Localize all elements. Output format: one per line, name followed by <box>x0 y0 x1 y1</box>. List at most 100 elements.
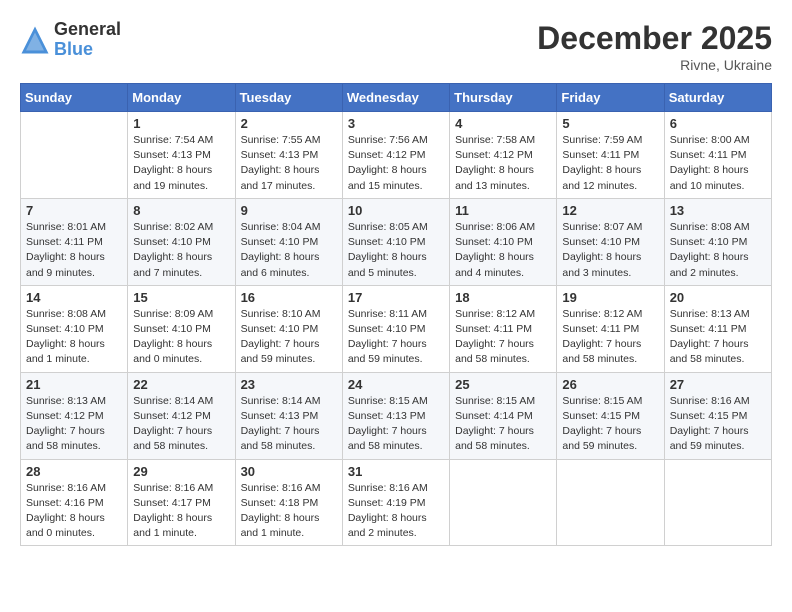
day-info: Sunrise: 8:16 AMSunset: 4:15 PMDaylight:… <box>670 394 766 455</box>
calendar-cell: 5 Sunrise: 7:59 AMSunset: 4:11 PMDaylight… <box>557 112 664 199</box>
day-number: 16 <box>241 290 337 305</box>
day-info: Sunrise: 8:04 AMSunset: 4:10 PMDaylight:… <box>241 220 337 281</box>
calendar-cell: 8 Sunrise: 8:02 AMSunset: 4:10 PMDaylight… <box>128 198 235 285</box>
day-number: 25 <box>455 377 551 392</box>
day-number: 29 <box>133 464 229 479</box>
calendar-table: SundayMondayTuesdayWednesdayThursdayFrid… <box>20 83 772 546</box>
day-info: Sunrise: 8:05 AMSunset: 4:10 PMDaylight:… <box>348 220 444 281</box>
day-info: Sunrise: 8:07 AMSunset: 4:10 PMDaylight:… <box>562 220 658 281</box>
day-info: Sunrise: 8:15 AMSunset: 4:13 PMDaylight:… <box>348 394 444 455</box>
calendar-cell: 2 Sunrise: 7:55 AMSunset: 4:13 PMDaylight… <box>235 112 342 199</box>
title-block: December 2025 Rivne, Ukraine <box>537 20 772 73</box>
day-number: 27 <box>670 377 766 392</box>
day-number: 11 <box>455 203 551 218</box>
day-info: Sunrise: 8:01 AMSunset: 4:11 PMDaylight:… <box>26 220 122 281</box>
day-info: Sunrise: 8:02 AMSunset: 4:10 PMDaylight:… <box>133 220 229 281</box>
day-number: 14 <box>26 290 122 305</box>
day-info: Sunrise: 7:55 AMSunset: 4:13 PMDaylight:… <box>241 133 337 194</box>
day-number: 28 <box>26 464 122 479</box>
calendar-cell: 4Sunrise: 7:58 AMSunset: 4:12 PMDaylight… <box>450 112 557 199</box>
weekday-header: Saturday <box>664 84 771 112</box>
calendar-week-row: 14 Sunrise: 8:08 AMSunset: 4:10 PMDayligh… <box>21 285 772 372</box>
day-info: Sunrise: 8:15 AMSunset: 4:15 PMDaylight:… <box>562 394 658 455</box>
day-info: Sunrise: 8:16 AMSunset: 4:19 PMDaylight:… <box>348 481 444 542</box>
calendar-cell: 26 Sunrise: 8:15 AMSunset: 4:15 PMDayligh… <box>557 372 664 459</box>
day-number: 22 <box>133 377 229 392</box>
day-info: Sunrise: 8:12 AMSunset: 4:11 PMDaylight:… <box>455 307 551 368</box>
day-info: Sunrise: 8:06 AMSunset: 4:10 PMDaylight:… <box>455 220 551 281</box>
calendar-cell: 20 Sunrise: 8:13 AMSunset: 4:11 PMDayligh… <box>664 285 771 372</box>
calendar-week-row: 7 Sunrise: 8:01 AMSunset: 4:11 PMDaylight… <box>21 198 772 285</box>
calendar-header-row: SundayMondayTuesdayWednesdayThursdayFrid… <box>21 84 772 112</box>
day-info: Sunrise: 8:11 AMSunset: 4:10 PMDaylight:… <box>348 307 444 368</box>
day-number: 7 <box>26 203 122 218</box>
weekday-header: Wednesday <box>342 84 449 112</box>
location-text: Rivne, Ukraine <box>537 57 772 73</box>
calendar-cell <box>557 459 664 546</box>
day-info: Sunrise: 8:15 AMSunset: 4:14 PMDaylight:… <box>455 394 551 455</box>
calendar-cell: 13Sunrise: 8:08 AMSunset: 4:10 PMDayligh… <box>664 198 771 285</box>
calendar-week-row: 21 Sunrise: 8:13 AMSunset: 4:12 PMDayligh… <box>21 372 772 459</box>
day-number: 24 <box>348 377 444 392</box>
calendar-cell: 17 Sunrise: 8:11 AMSunset: 4:10 PMDayligh… <box>342 285 449 372</box>
calendar-week-row: 1Sunrise: 7:54 AMSunset: 4:13 PMDaylight… <box>21 112 772 199</box>
calendar-cell: 21 Sunrise: 8:13 AMSunset: 4:12 PMDayligh… <box>21 372 128 459</box>
weekday-header: Tuesday <box>235 84 342 112</box>
calendar-week-row: 28 Sunrise: 8:16 AMSunset: 4:16 PMDayligh… <box>21 459 772 546</box>
calendar-cell <box>450 459 557 546</box>
weekday-header: Friday <box>557 84 664 112</box>
day-info: Sunrise: 8:00 AMSunset: 4:11 PMDaylight:… <box>670 133 766 194</box>
calendar-cell <box>664 459 771 546</box>
calendar-cell: 25 Sunrise: 8:15 AMSunset: 4:14 PMDayligh… <box>450 372 557 459</box>
day-number: 18 <box>455 290 551 305</box>
day-info: Sunrise: 7:54 AMSunset: 4:13 PMDaylight:… <box>133 133 229 194</box>
calendar-cell: 16 Sunrise: 8:10 AMSunset: 4:10 PMDayligh… <box>235 285 342 372</box>
calendar-cell: 6 Sunrise: 8:00 AMSunset: 4:11 PMDaylight… <box>664 112 771 199</box>
day-number: 26 <box>562 377 658 392</box>
day-number: 30 <box>241 464 337 479</box>
day-number: 19 <box>562 290 658 305</box>
calendar-cell <box>21 112 128 199</box>
calendar-cell: 18 Sunrise: 8:12 AMSunset: 4:11 PMDayligh… <box>450 285 557 372</box>
calendar-cell: 9 Sunrise: 8:04 AMSunset: 4:10 PMDaylight… <box>235 198 342 285</box>
day-info: Sunrise: 7:58 AMSunset: 4:12 PMDaylight:… <box>455 133 551 194</box>
day-info: Sunrise: 8:16 AMSunset: 4:16 PMDaylight:… <box>26 481 122 542</box>
day-number: 5 <box>562 116 658 131</box>
day-number: 21 <box>26 377 122 392</box>
calendar-cell: 3Sunrise: 7:56 AMSunset: 4:12 PMDaylight… <box>342 112 449 199</box>
day-info: Sunrise: 8:14 AMSunset: 4:12 PMDaylight:… <box>133 394 229 455</box>
calendar-cell: 10 Sunrise: 8:05 AMSunset: 4:10 PMDayligh… <box>342 198 449 285</box>
logo: General Blue <box>20 20 121 60</box>
calendar-cell: 7 Sunrise: 8:01 AMSunset: 4:11 PMDaylight… <box>21 198 128 285</box>
day-number: 9 <box>241 203 337 218</box>
day-info: Sunrise: 7:59 AMSunset: 4:11 PMDaylight:… <box>562 133 658 194</box>
day-info: Sunrise: 8:16 AMSunset: 4:17 PMDaylight:… <box>133 481 229 542</box>
calendar-cell: 30 Sunrise: 8:16 AMSunset: 4:18 PMDayligh… <box>235 459 342 546</box>
day-number: 17 <box>348 290 444 305</box>
day-number: 8 <box>133 203 229 218</box>
day-info: Sunrise: 8:10 AMSunset: 4:10 PMDaylight:… <box>241 307 337 368</box>
calendar-cell: 14 Sunrise: 8:08 AMSunset: 4:10 PMDayligh… <box>21 285 128 372</box>
day-number: 2 <box>241 116 337 131</box>
logo-general-text: General <box>54 20 121 40</box>
calendar-cell: 22 Sunrise: 8:14 AMSunset: 4:12 PMDayligh… <box>128 372 235 459</box>
calendar-cell: 27 Sunrise: 8:16 AMSunset: 4:15 PMDayligh… <box>664 372 771 459</box>
calendar-cell: 15Sunrise: 8:09 AMSunset: 4:10 PMDayligh… <box>128 285 235 372</box>
calendar-cell: 12Sunrise: 8:07 AMSunset: 4:10 PMDayligh… <box>557 198 664 285</box>
page-header: General Blue December 2025 Rivne, Ukrain… <box>20 20 772 73</box>
day-number: 6 <box>670 116 766 131</box>
day-number: 31 <box>348 464 444 479</box>
day-number: 10 <box>348 203 444 218</box>
day-info: Sunrise: 8:16 AMSunset: 4:18 PMDaylight:… <box>241 481 337 542</box>
calendar-cell: 24 Sunrise: 8:15 AMSunset: 4:13 PMDayligh… <box>342 372 449 459</box>
day-info: Sunrise: 8:13 AMSunset: 4:12 PMDaylight:… <box>26 394 122 455</box>
calendar-cell: 23Sunrise: 8:14 AMSunset: 4:13 PMDayligh… <box>235 372 342 459</box>
month-title: December 2025 <box>537 20 772 57</box>
day-info: Sunrise: 8:13 AMSunset: 4:11 PMDaylight:… <box>670 307 766 368</box>
day-info: Sunrise: 7:56 AMSunset: 4:12 PMDaylight:… <box>348 133 444 194</box>
logo-icon <box>20 25 50 55</box>
day-info: Sunrise: 8:12 AMSunset: 4:11 PMDaylight:… <box>562 307 658 368</box>
day-info: Sunrise: 8:08 AMSunset: 4:10 PMDaylight:… <box>26 307 122 368</box>
day-number: 23 <box>241 377 337 392</box>
day-number: 20 <box>670 290 766 305</box>
